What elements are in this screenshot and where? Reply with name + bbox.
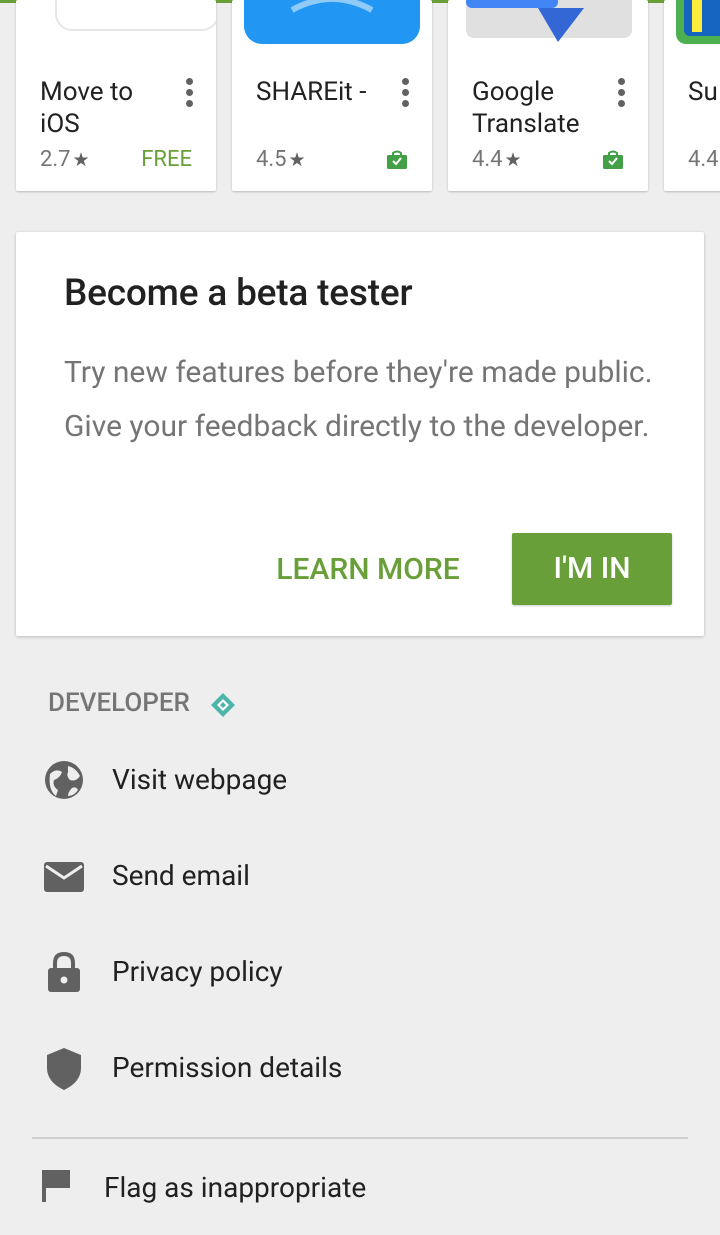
app-icon-google-translate: [466, 0, 632, 42]
beta-tester-card: Become a beta tester Try new features be…: [16, 232, 704, 636]
app-name: Su Su: [688, 77, 720, 107]
flag-icon: [42, 1170, 70, 1202]
star-icon: ★: [504, 148, 522, 171]
app-rating: 2.7 ★: [40, 147, 90, 172]
permission-details-link[interactable]: Permission details: [40, 1038, 680, 1098]
star-icon: ★: [72, 148, 90, 171]
app-icon-shareit: [244, 0, 420, 44]
star-icon: ★: [288, 148, 306, 171]
app-card-shareit[interactable]: SHAREit - 4.5 ★: [232, 0, 432, 191]
email-icon: [44, 862, 84, 892]
flag-inappropriate-link[interactable]: Flag as inappropriate: [40, 1158, 680, 1218]
visit-webpage-link[interactable]: Visit webpage: [40, 750, 680, 810]
lock-icon: [48, 952, 80, 992]
app-card-subway-surfers[interactable]: Su Su 4.4: [664, 0, 720, 191]
app-name: Move to iOS: [40, 77, 134, 139]
beta-title: Become a beta tester: [64, 272, 413, 315]
globe-icon: [45, 761, 83, 799]
send-email-link[interactable]: Send email: [40, 846, 680, 906]
section-divider: [32, 1137, 688, 1139]
more-options-icon[interactable]: [186, 78, 194, 108]
flag-inappropriate-label: Flag as inappropriate: [104, 1171, 367, 1204]
developer-heading: DEVELOPER: [48, 688, 190, 718]
beta-description: Try new features before they're made pub…: [64, 355, 653, 444]
installed-bag-icon: [387, 150, 407, 169]
more-options-icon[interactable]: [402, 78, 410, 108]
similar-apps-row: Move to iOS 2.7 ★ FREE SHAREit - 4.5 ★ Goo…: [0, 0, 720, 200]
app-icon-subway-surfers: [676, 0, 720, 44]
shield-icon: [47, 1048, 81, 1090]
send-email-label: Send email: [112, 859, 250, 892]
visit-webpage-label: Visit webpage: [112, 763, 288, 796]
app-rating: 4.4: [688, 147, 719, 172]
installed-bag-icon: [603, 150, 623, 169]
app-icon-move-to-ios: [55, 0, 216, 31]
privacy-policy-label: Privacy policy: [112, 955, 283, 988]
app-card-move-to-ios[interactable]: Move to iOS 2.7 ★ FREE: [16, 0, 216, 191]
app-card-google-translate[interactable]: Google Translate 4.4 ★: [448, 0, 648, 191]
permission-details-label: Permission details: [112, 1051, 343, 1084]
app-name: Google Translate: [472, 77, 580, 139]
more-options-icon[interactable]: [618, 78, 626, 108]
privacy-policy-link[interactable]: Privacy policy: [40, 942, 680, 1002]
top-developer-badge-icon: [211, 693, 235, 717]
im-in-button[interactable]: I'M IN: [512, 533, 672, 605]
app-name: SHAREit -: [256, 77, 367, 107]
learn-more-button[interactable]: LEARN MORE: [270, 534, 466, 606]
app-rating: 4.5 ★: [256, 147, 306, 172]
app-price: FREE: [141, 147, 192, 172]
app-rating: 4.4 ★: [472, 147, 522, 172]
